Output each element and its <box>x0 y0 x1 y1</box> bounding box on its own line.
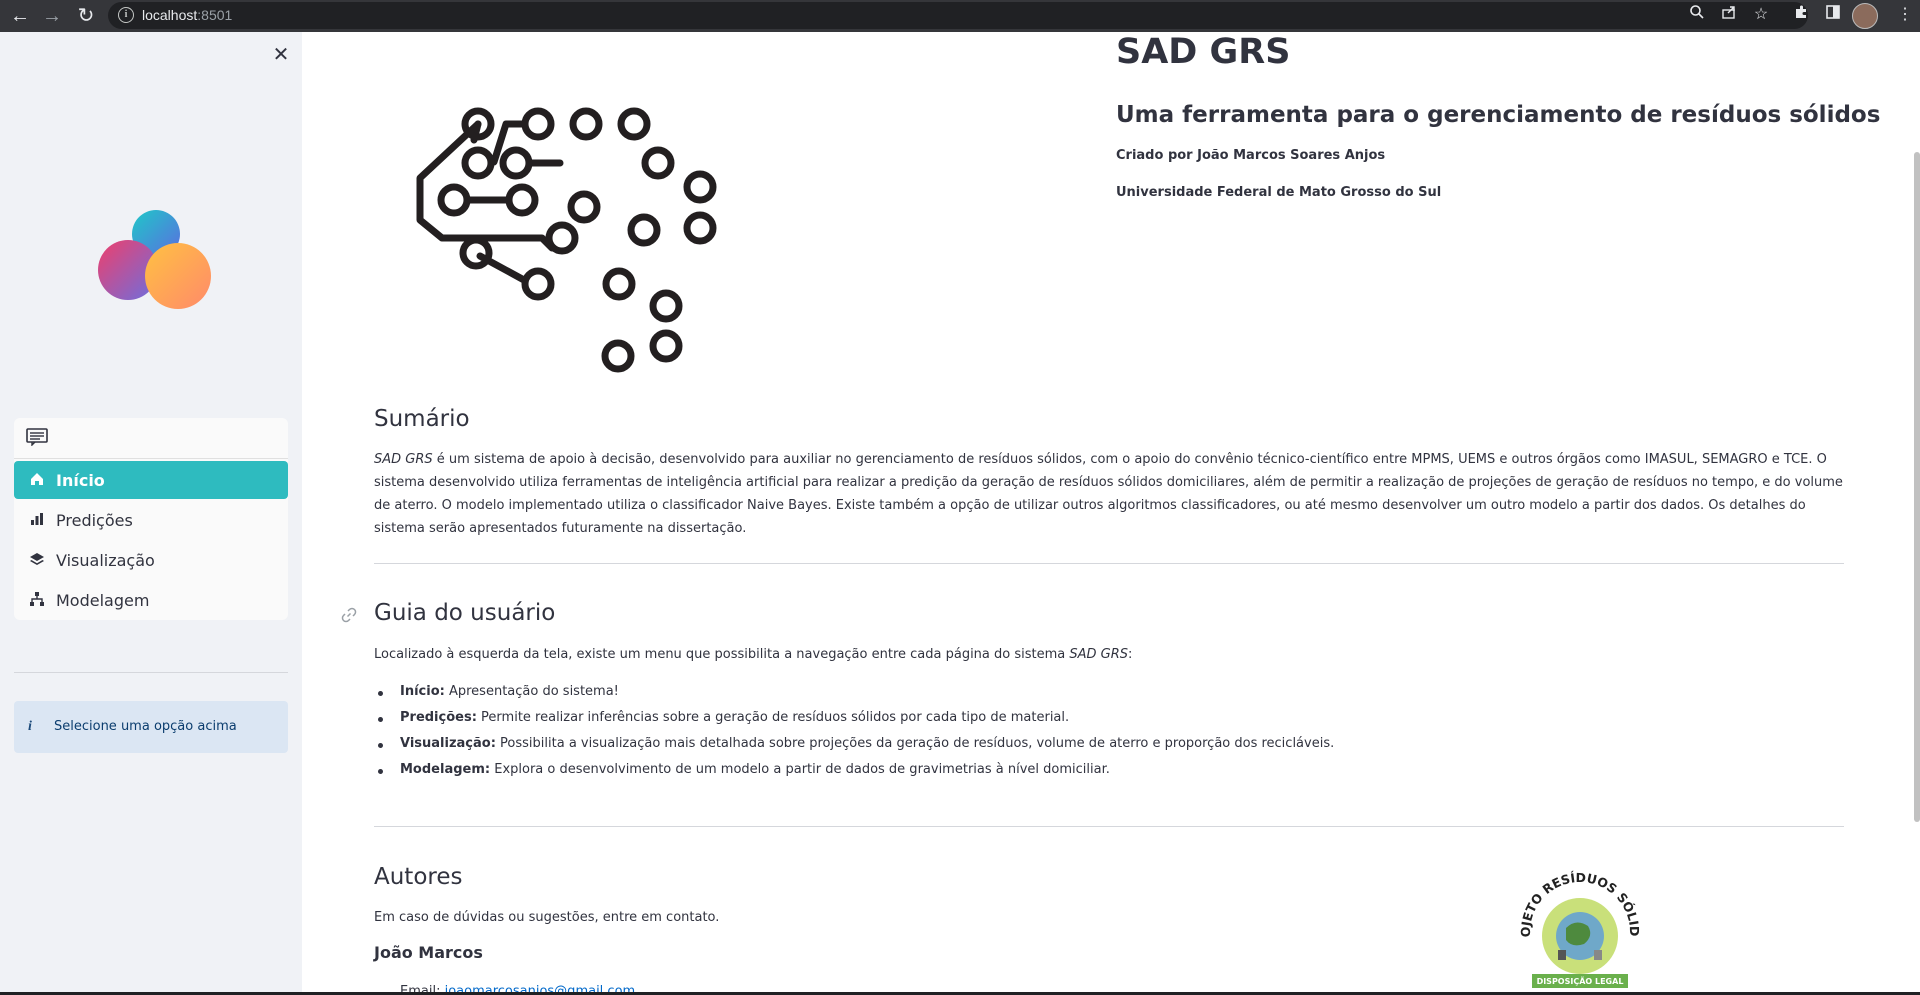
menu-item-label: Predições <box>56 511 133 530</box>
email-link[interactable]: joaomarcosanjos@gmail.com <box>445 984 636 992</box>
info-alert-text: Selecione uma opção acima <box>54 719 237 734</box>
menu-item-predicoes[interactable]: Predições <box>14 501 288 539</box>
forward-arrow-icon[interactable]: → <box>40 4 64 28</box>
menu-item-label: Início <box>56 471 105 490</box>
info-alert: i Selecione uma opção acima <box>14 701 288 753</box>
share-icon[interactable] <box>1718 4 1740 26</box>
menu-item-visualizacao[interactable]: Visualização <box>14 541 288 579</box>
house-icon <box>28 471 46 489</box>
summary-paragraph: SAD GRS é um sistema de apoio à decisão,… <box>374 452 1843 536</box>
menu-chat-icon <box>26 428 48 446</box>
authors-heading: Autores <box>374 864 463 890</box>
back-arrow-icon[interactable]: ← <box>8 4 32 28</box>
section-divider <box>374 826 1844 827</box>
browser-toolbar: ← → ↻ i localhost:8501 ☆ ⋮ <box>0 0 1920 32</box>
reload-icon[interactable]: ↻ <box>74 4 98 28</box>
author-name: João Marcos <box>374 943 483 962</box>
url-text: localhost:8501 <box>142 7 233 23</box>
main-scrollbar[interactable] <box>1914 152 1920 822</box>
menu-item-label: Visualização <box>56 551 155 570</box>
created-by-text: Criado por João Marcos Soares Anjos <box>1116 148 1386 163</box>
badge-ribbon-text: DISPOSIÇÃO LEGAL <box>1537 976 1624 986</box>
menu-item-modelagem[interactable]: Modelagem <box>14 581 288 619</box>
info-icon: i <box>28 719 32 734</box>
summary-heading: Sumário <box>374 406 470 432</box>
sidebar: ✕ Início Predições Visualização Modelage… <box>0 32 302 992</box>
sidebar-divider <box>14 672 288 673</box>
main-content: SAD GRS Uma ferramenta para o gerenciame… <box>302 32 1920 992</box>
page-title: SAD GRS <box>1116 32 1291 72</box>
link-anchor-icon[interactable] <box>340 606 358 624</box>
address-bar[interactable]: i localhost:8501 <box>108 2 1808 29</box>
bookmark-star-icon[interactable]: ☆ <box>1750 4 1772 26</box>
diagram-icon <box>28 591 46 609</box>
app-logo <box>98 210 211 309</box>
extensions-icon[interactable] <box>1790 4 1812 26</box>
menu-item-label: Modelagem <box>56 591 150 610</box>
project-badge-logo: PROJETO RESÍDUOS SÓLIDOS DISPOSIÇÃO LEGA… <box>1510 870 1642 988</box>
page-subtitle: Uma ferramenta para o gerenciamento de r… <box>1116 102 1881 128</box>
author-email: Email: joaomarcosanjos@gmail.com <box>400 984 635 992</box>
guide-intro: Localizado à esquerda da tela, existe um… <box>374 647 1133 662</box>
section-divider <box>374 563 1844 564</box>
side-panel-icon[interactable] <box>1822 4 1844 26</box>
layers-icon <box>28 551 46 569</box>
navigation-menu: Início Predições Visualização Modelagem <box>14 418 288 620</box>
kebab-menu-icon[interactable]: ⋮ <box>1894 4 1916 26</box>
profile-avatar[interactable] <box>1852 3 1878 29</box>
university-text: Universidade Federal de Mato Grosso do S… <box>1116 185 1442 200</box>
site-info-icon[interactable]: i <box>118 7 134 23</box>
guide-heading: Guia do usuário <box>374 600 556 626</box>
circuit-brain-illustration <box>416 107 717 373</box>
menu-header <box>14 418 288 459</box>
menu-item-inicio[interactable]: Início <box>14 461 288 499</box>
bar-chart-icon <box>28 511 46 529</box>
zoom-icon[interactable] <box>1686 4 1708 26</box>
close-sidebar-icon[interactable]: ✕ <box>270 44 292 66</box>
